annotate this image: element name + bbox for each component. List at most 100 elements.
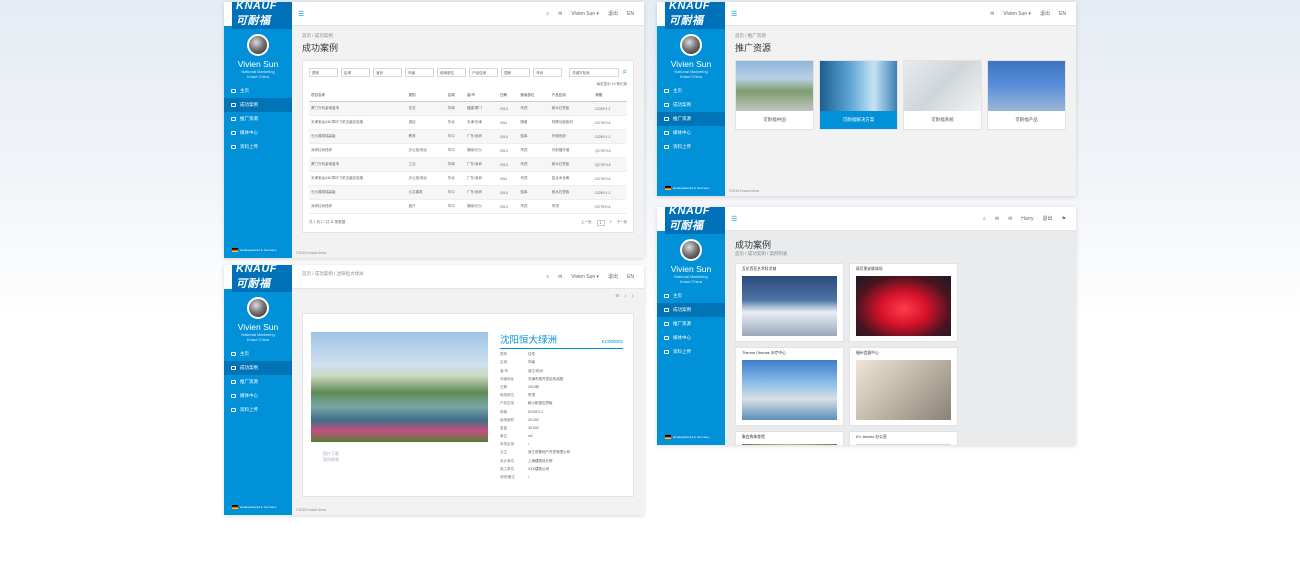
logo[interactable]: KNAUF可耐福 xyxy=(224,265,292,292)
sidebar-item-cases[interactable]: 成功案例 xyxy=(224,361,292,375)
case-card[interactable]: KV Jericho 办公室 xyxy=(849,431,958,445)
sidebar-item-media[interactable]: 媒体中心 xyxy=(224,126,292,140)
next-page-button[interactable]: 下一页 xyxy=(617,220,628,226)
sidebar-item-media[interactable]: 媒体中心 xyxy=(224,389,292,403)
sidebar-item-upload[interactable]: 资料上传 xyxy=(224,140,292,154)
menu-toggle-icon[interactable]: ☰ xyxy=(731,215,737,223)
monitor-icon xyxy=(231,117,236,121)
sidebar-item-media[interactable]: 媒体中心 xyxy=(657,126,725,140)
search-input[interactable]: 关键字检索 xyxy=(569,67,620,77)
promo-image xyxy=(904,61,981,111)
message-icon[interactable]: ✉ xyxy=(990,11,994,17)
filter-province[interactable]: 省份 xyxy=(373,67,403,77)
search-icon[interactable]: ⌕ xyxy=(546,274,549,280)
sidebar-item-promo[interactable]: 推广资源 xyxy=(224,112,292,126)
column-header[interactable]: 使用部位 xyxy=(518,90,550,102)
list-icon[interactable]: ≡ xyxy=(615,293,619,300)
menu-toggle-icon[interactable]: ☰ xyxy=(298,10,304,18)
table-cell: 天津/天津 xyxy=(464,115,498,130)
table-row[interactable]: 厦门万科金域蓝湾 工业 华南 广东/深圳 2013 吊顶 耐水石膏板 QC75*0.6 xyxy=(309,157,627,172)
table-row[interactable]: 深圳红树西岸 医疗 华中 湖南/长沙 2013 吊顶 吊顶 DC75*0.6 xyxy=(309,199,627,214)
sidebar-item-upload[interactable]: 资料上传 xyxy=(657,345,725,359)
avatar[interactable] xyxy=(680,239,702,261)
avatar[interactable] xyxy=(680,34,702,56)
table-row[interactable]: 深圳红树西岸 办公室/商业 华中 湖南/长沙 2013 吊顶 可耐福外墙 QC75*0.6 xyxy=(309,143,627,158)
prev-arrow-icon[interactable]: ‹ xyxy=(624,293,626,300)
page-2-button[interactable]: 2 xyxy=(610,220,612,226)
case-photo[interactable] xyxy=(311,332,488,442)
logout-button[interactable]: 退出 xyxy=(608,10,618,17)
search-button-icon[interactable]: ⌕ xyxy=(622,67,626,77)
table-row[interactable]: 长沙福禧瑞高级 公共建筑 华中 广东/深圳 2014 独库 耐水石膏板 DC50*1.2 xyxy=(309,185,627,200)
user-menu[interactable]: Harry xyxy=(1021,216,1033,222)
case-card[interactable]: 福州会展中心 xyxy=(849,347,958,426)
page-1-button[interactable]: 1 xyxy=(596,220,605,226)
next-arrow-icon[interactable]: › xyxy=(632,293,634,300)
sidebar-item-home[interactable]: 主页 xyxy=(224,347,292,361)
message-icon[interactable]: ✉ xyxy=(558,274,562,280)
logo[interactable]: KNAUF可耐福 xyxy=(224,2,292,29)
user-menu[interactable]: Vivien Sun ▾ xyxy=(571,274,599,280)
case-card[interactable]: 瓦伦西亚艺术科学城 xyxy=(735,263,844,342)
sidebar-item-home[interactable]: 主页 xyxy=(657,289,725,303)
promo-card-china[interactable]: 可耐福中国 xyxy=(735,60,814,130)
sidebar-item-promo[interactable]: 推广资源 xyxy=(224,375,292,389)
filter-product[interactable]: 产品应用 xyxy=(469,67,499,77)
table-row[interactable]: 天津宝龙A3K草坪飞机无菌实验楼 办公室/商业 华北 广东/深圳 2011 吊顶 复合木龙骨… xyxy=(309,171,627,186)
filter-category[interactable]: 类别 xyxy=(309,67,339,77)
column-header[interactable]: 产品应用 xyxy=(549,90,594,102)
promo-card-systems[interactable]: 可耐福系统 xyxy=(903,60,982,130)
column-header[interactable]: 规格 xyxy=(593,90,627,102)
logout-button[interactable]: 退出 xyxy=(1040,10,1050,17)
logout-button[interactable]: 退出 xyxy=(608,273,618,280)
logo[interactable]: KNAUF可耐福 xyxy=(657,2,725,29)
filter-usage[interactable]: 使用部位 xyxy=(437,67,467,77)
sidebar-item-upload[interactable]: 资料上传 xyxy=(657,140,725,154)
language-toggle[interactable]: EN xyxy=(1059,11,1066,17)
message-icon[interactable]: ✉ xyxy=(995,216,999,222)
search-icon[interactable]: ⌕ xyxy=(983,216,986,222)
sidebar-item-cases[interactable]: 成功案例 xyxy=(657,98,725,112)
case-card[interactable]: 慕尼黑安联球场 xyxy=(849,263,958,342)
logout-button[interactable]: 退出 xyxy=(1043,215,1053,222)
message-icon[interactable]: ✉ xyxy=(558,11,562,17)
case-card[interactable]: 聚会购体育馆 xyxy=(735,431,844,445)
column-header[interactable]: 项目名称 xyxy=(309,90,407,102)
page-size-select[interactable]: 每页显示 10 条记录 xyxy=(309,82,627,87)
table-row[interactable]: 天津宝龙A3K草坪飞机无菌实验楼 酒店 华北 天津/天津 2011 隔墙 特殊功能板材 DC7… xyxy=(309,115,627,130)
column-header[interactable]: 日期 xyxy=(497,90,519,102)
table-row[interactable]: 长沙福禧瑞高级 教育 华中 广东/深圳 2014 独库 外墙系统 DC50*1.2 xyxy=(309,129,627,144)
sidebar-item-cases[interactable]: 成功案例 xyxy=(657,303,725,317)
filter-year[interactable]: 年份 xyxy=(533,67,563,77)
sidebar-item-promo[interactable]: 推广资源 xyxy=(657,112,725,126)
notification-icon[interactable]: ✉ xyxy=(1008,216,1012,222)
sidebar-item-upload[interactable]: 资料上传 xyxy=(224,403,292,417)
avatar[interactable] xyxy=(247,34,269,56)
search-icon[interactable]: ⌕ xyxy=(546,11,549,17)
sidebar-item-media[interactable]: 媒体中心 xyxy=(657,331,725,345)
language-toggle[interactable]: EN xyxy=(627,11,634,17)
user-menu[interactable]: Vivien Sun ▾ xyxy=(571,11,599,17)
case-card[interactable]: Therme Obertas 水疗中心 xyxy=(735,347,844,426)
language-toggle[interactable]: EN xyxy=(627,274,634,280)
avatar[interactable] xyxy=(247,297,269,319)
menu-toggle-icon[interactable]: ☰ xyxy=(731,10,737,18)
flag-icon[interactable]: ⚑ xyxy=(1062,216,1066,222)
promo-card-products[interactable]: 可耐福产品 xyxy=(987,60,1066,130)
user-menu[interactable]: Vivien Sun ▾ xyxy=(1003,11,1031,17)
filter-country[interactable]: 国家 xyxy=(501,67,531,77)
table-row[interactable]: 厦门万科金域蓝湾 住宅 华南 福建/厦门 2013 吊顶 耐水石膏板 DC50*1.2 xyxy=(309,101,627,116)
logo[interactable]: KNAUF可耐福 xyxy=(657,207,725,234)
column-header[interactable]: 省/市 xyxy=(464,90,498,102)
sidebar-item-home[interactable]: 主页 xyxy=(224,84,292,98)
promo-card-solutions[interactable]: 可耐福解决方案 xyxy=(819,60,898,130)
filter-region[interactable]: 区域 xyxy=(341,67,371,77)
sidebar-item-promo[interactable]: 推广资源 xyxy=(657,317,725,331)
filter-city[interactable]: 市级 xyxy=(405,67,435,77)
prev-page-button[interactable]: 上一页 xyxy=(581,220,592,226)
case-video-link[interactable]: 案例视频 xyxy=(323,457,339,463)
sidebar-item-home[interactable]: 主页 xyxy=(657,84,725,98)
column-header[interactable]: 区域 xyxy=(445,90,465,102)
sidebar-item-cases[interactable]: 成功案例 xyxy=(224,98,292,112)
column-header[interactable]: 类别 xyxy=(406,90,446,102)
